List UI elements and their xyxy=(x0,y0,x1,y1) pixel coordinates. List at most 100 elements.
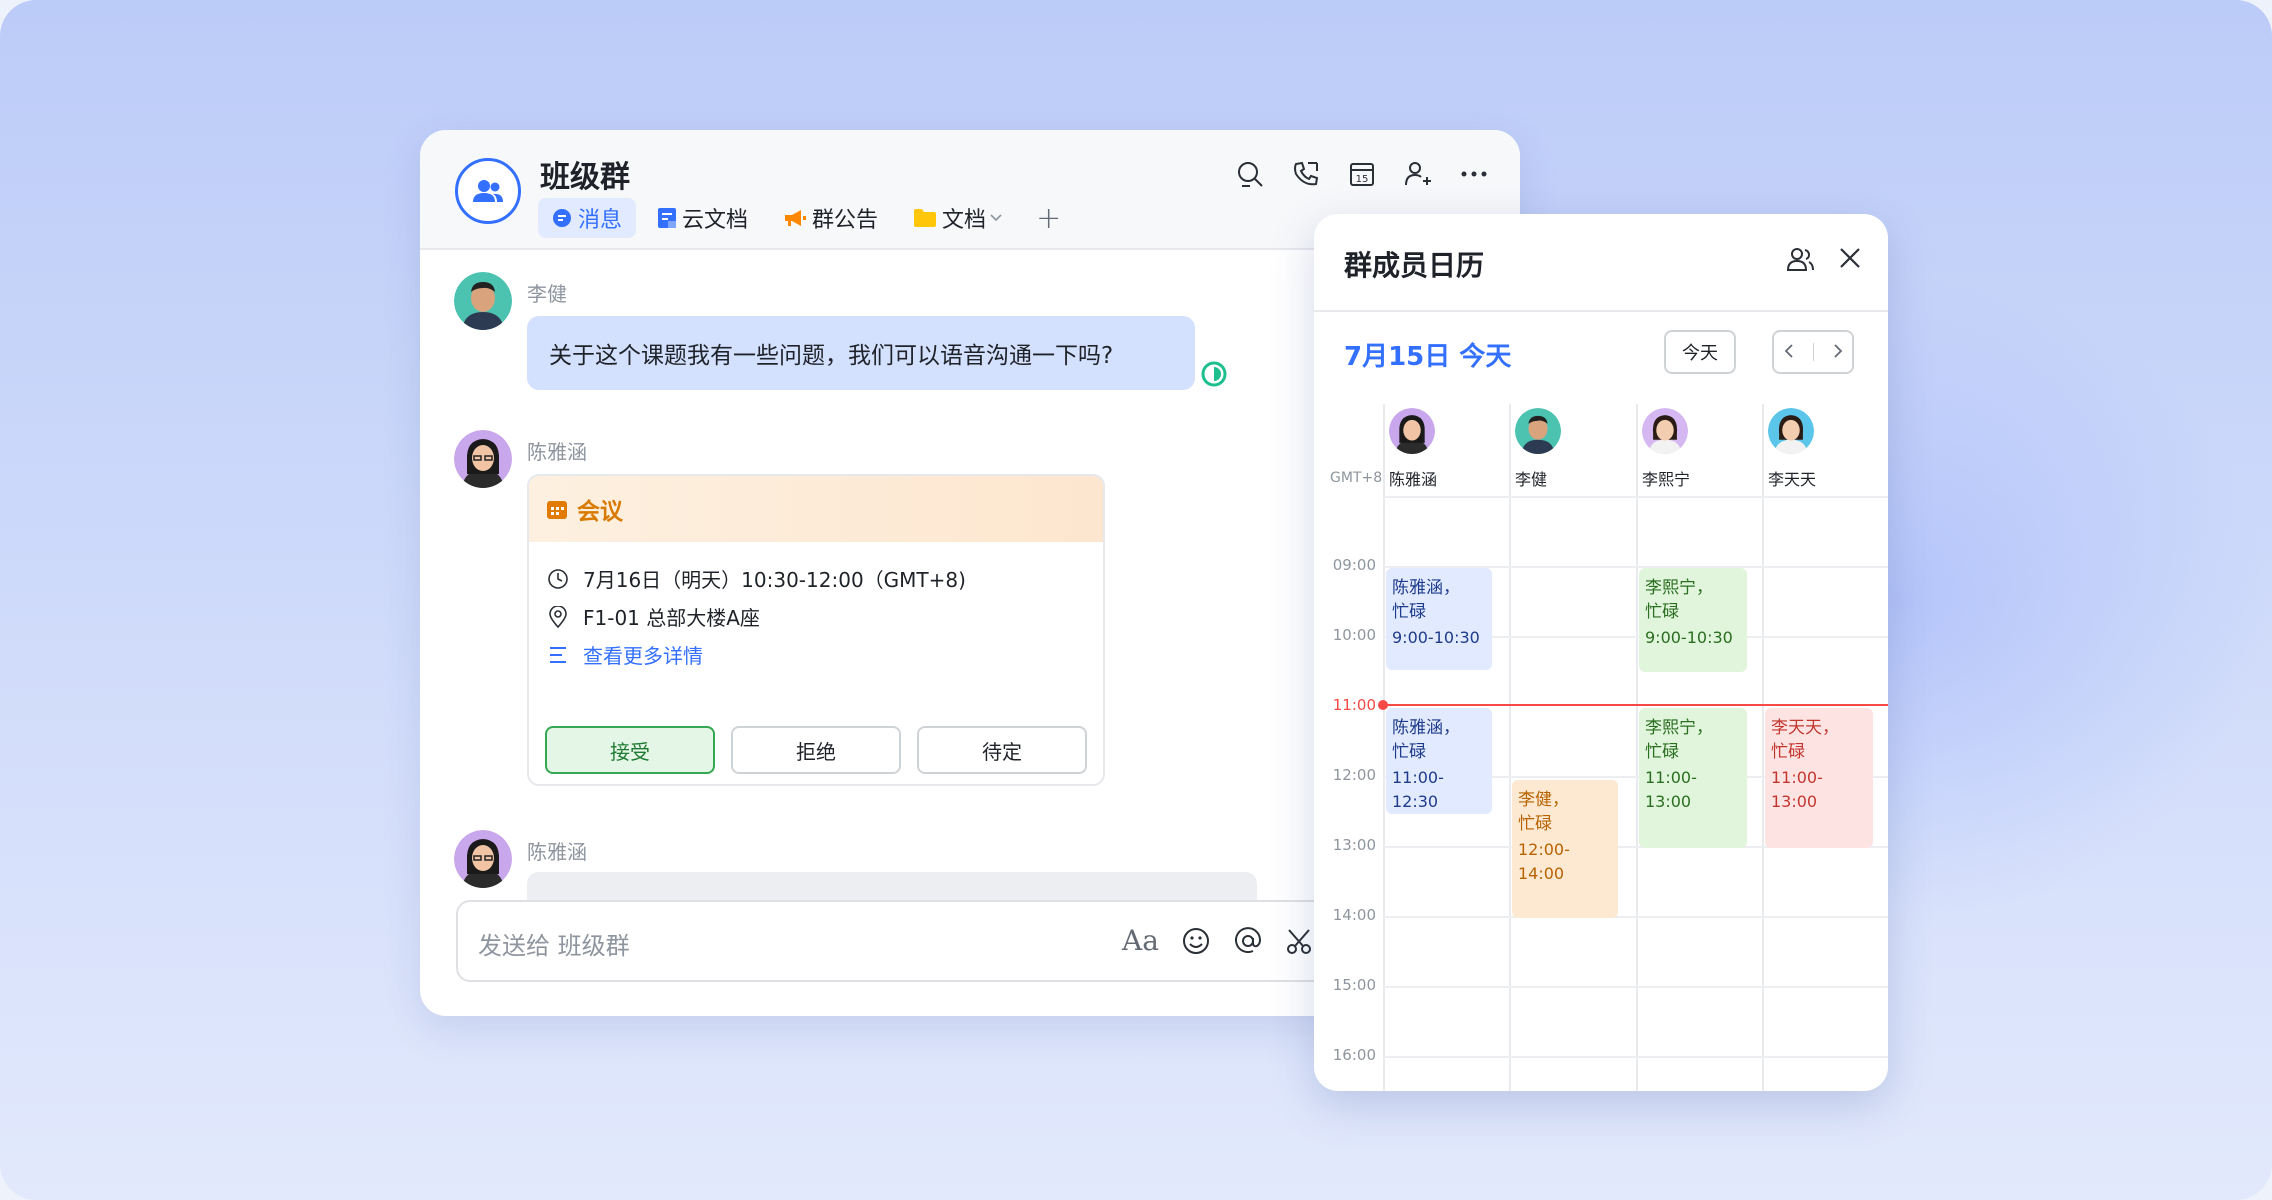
meeting-icon xyxy=(547,499,567,519)
meeting-rsvp-buttons: 接受 拒绝 待定 xyxy=(545,726,1103,774)
divider xyxy=(1314,310,1888,312)
meeting-title: 会议 xyxy=(577,499,623,525)
announcement-icon xyxy=(784,209,807,227)
event-time: 9:00-10:30 xyxy=(1392,628,1480,647)
event-time: 11:00-12:30 xyxy=(1392,768,1444,811)
grid-row-line xyxy=(1383,916,1888,918)
chat-tabs: 消息 云文档 群公告 文档 + xyxy=(538,198,1061,238)
more-icon[interactable] xyxy=(1458,158,1490,190)
date-navigation xyxy=(1772,330,1854,374)
grid-row-line xyxy=(1383,496,1888,498)
hour-label: 09:00 xyxy=(1332,556,1376,574)
event-status: 忙碌 xyxy=(1645,602,1679,622)
calendar-icon[interactable]: 15 xyxy=(1346,158,1378,190)
svg-text:15: 15 xyxy=(1356,174,1369,185)
schedule-grid: GMT+8 陈雅涵 李健 李熙宁 李天天 09:00 10:00 11:00 1… xyxy=(1314,404,1888,1091)
calendar-event[interactable]: 李熙宁， 忙碌 9:00-10:30 xyxy=(1639,568,1747,672)
event-status: 忙碌 xyxy=(1771,742,1805,762)
divider xyxy=(1812,343,1814,361)
tab-label: 云文档 xyxy=(682,208,749,233)
event-owner: 李熙宁， xyxy=(1645,578,1713,598)
grid-row-line xyxy=(1383,986,1888,988)
emoji-icon[interactable] xyxy=(1181,926,1211,956)
hour-label: 10:00 xyxy=(1332,626,1376,644)
calendar-event[interactable]: 陈雅涵， 忙碌 9:00-10:30 xyxy=(1386,568,1492,670)
add-member-icon[interactable] xyxy=(1402,158,1434,190)
avatar xyxy=(1515,408,1561,454)
close-icon[interactable] xyxy=(1838,246,1862,272)
event-time: 12:00-14:00 xyxy=(1518,840,1570,883)
calendar-title: 群成员日历 xyxy=(1344,249,1485,282)
tab-cloud-docs[interactable]: 云文档 xyxy=(644,198,762,238)
hour-label: 16:00 xyxy=(1332,1046,1376,1064)
member-name: 李熙宁 xyxy=(1642,470,1691,489)
current-date: 7月15日 今天 xyxy=(1344,342,1512,372)
phone-call-icon[interactable] xyxy=(1290,158,1322,190)
sender-name: 陈雅涵 xyxy=(527,440,587,464)
event-status: 忙碌 xyxy=(1392,742,1426,762)
tab-label: 消息 xyxy=(578,208,623,233)
group-people-icon xyxy=(473,180,503,202)
sender-name: 陈雅涵 xyxy=(527,840,587,864)
meeting-location-row: F1-01 总部大楼A座 xyxy=(545,602,760,631)
text-format-button[interactable]: Aa xyxy=(1122,924,1159,957)
event-owner: 李天天， xyxy=(1771,718,1839,738)
event-owner: 李熙宁， xyxy=(1645,718,1713,738)
calendar-event[interactable]: 陈雅涵， 忙碌 11:00-12:30 xyxy=(1386,708,1492,814)
details-list-icon xyxy=(545,646,571,664)
grid-row-line xyxy=(1383,1056,1888,1058)
meeting-details-link[interactable]: 查看更多详情 xyxy=(545,640,703,669)
avatar[interactable] xyxy=(454,272,512,330)
tentative-button[interactable]: 待定 xyxy=(917,726,1087,774)
event-owner: 陈雅涵， xyxy=(1392,578,1460,598)
chevron-down-icon xyxy=(990,214,1002,222)
current-hour-label: 11:00 xyxy=(1332,696,1376,714)
header-actions: 15 xyxy=(1210,158,1490,190)
calendar-event[interactable]: 李天天， 忙碌 11:00-13:00 xyxy=(1765,708,1873,848)
chevron-left-icon[interactable] xyxy=(1784,340,1794,364)
current-time-line xyxy=(1383,704,1888,706)
accept-button[interactable]: 接受 xyxy=(545,726,715,774)
member-name: 陈雅涵 xyxy=(1389,470,1438,489)
current-time-marker xyxy=(1378,700,1388,710)
folder-icon xyxy=(914,209,937,227)
read-status-icon xyxy=(1200,360,1228,392)
members-icon[interactable] xyxy=(1786,246,1814,272)
doc-icon xyxy=(658,208,677,228)
search-icon[interactable] xyxy=(1234,158,1266,190)
hour-label: 15:00 xyxy=(1332,976,1376,994)
avatar[interactable] xyxy=(454,830,512,888)
meeting-location: F1-01 总部大楼A座 xyxy=(583,606,760,630)
message-input-placeholder: 发送给 班级群 xyxy=(478,932,630,960)
tab-files[interactable]: 文档 xyxy=(900,198,1016,238)
message-bubble[interactable]: 关于这个课题我有一些问题，我们可以语音沟通一下吗? xyxy=(527,316,1195,390)
event-owner: 李健， xyxy=(1518,790,1569,810)
event-time: 9:00-10:30 xyxy=(1645,628,1733,647)
group-title: 班级群 xyxy=(540,160,630,195)
avatar xyxy=(1768,408,1814,454)
mention-icon[interactable] xyxy=(1233,926,1263,956)
group-avatar[interactable] xyxy=(455,158,521,224)
tab-messages[interactable]: 消息 xyxy=(538,198,637,238)
avatar xyxy=(1642,408,1688,454)
hour-label: 12:00 xyxy=(1332,766,1376,784)
member-calendar-panel: 群成员日历 7月15日 今天 今天 GMT+8 陈雅涵 李健 李熙宁 李天天 0… xyxy=(1314,214,1888,1091)
add-tab-button[interactable]: + xyxy=(1036,201,1061,236)
event-status: 忙碌 xyxy=(1392,602,1426,622)
location-pin-icon xyxy=(545,605,571,628)
decline-button[interactable]: 拒绝 xyxy=(731,726,901,774)
meeting-card-header: 会议 xyxy=(529,476,1103,542)
sender-name: 李健 xyxy=(527,282,567,306)
chevron-right-icon[interactable] xyxy=(1833,340,1843,364)
calendar-event[interactable]: 李健， 忙碌 12:00-14:00 xyxy=(1512,780,1618,918)
details-link-label: 查看更多详情 xyxy=(583,644,703,668)
tab-announcement[interactable]: 群公告 xyxy=(770,198,892,238)
calendar-event[interactable]: 李熙宁， 忙碌 11:00-13:00 xyxy=(1639,708,1747,848)
hour-label: 14:00 xyxy=(1332,906,1376,924)
meeting-time-row: 7月16日（明天）10:30-12:00（GMT+8) xyxy=(545,564,966,593)
event-time: 11:00-13:00 xyxy=(1645,768,1697,811)
meeting-card[interactable]: 会议 7月16日（明天）10:30-12:00（GMT+8) F1-01 总部大… xyxy=(527,474,1105,786)
avatar[interactable] xyxy=(454,430,512,488)
event-owner: 陈雅涵， xyxy=(1392,718,1460,738)
today-button[interactable]: 今天 xyxy=(1664,330,1736,374)
